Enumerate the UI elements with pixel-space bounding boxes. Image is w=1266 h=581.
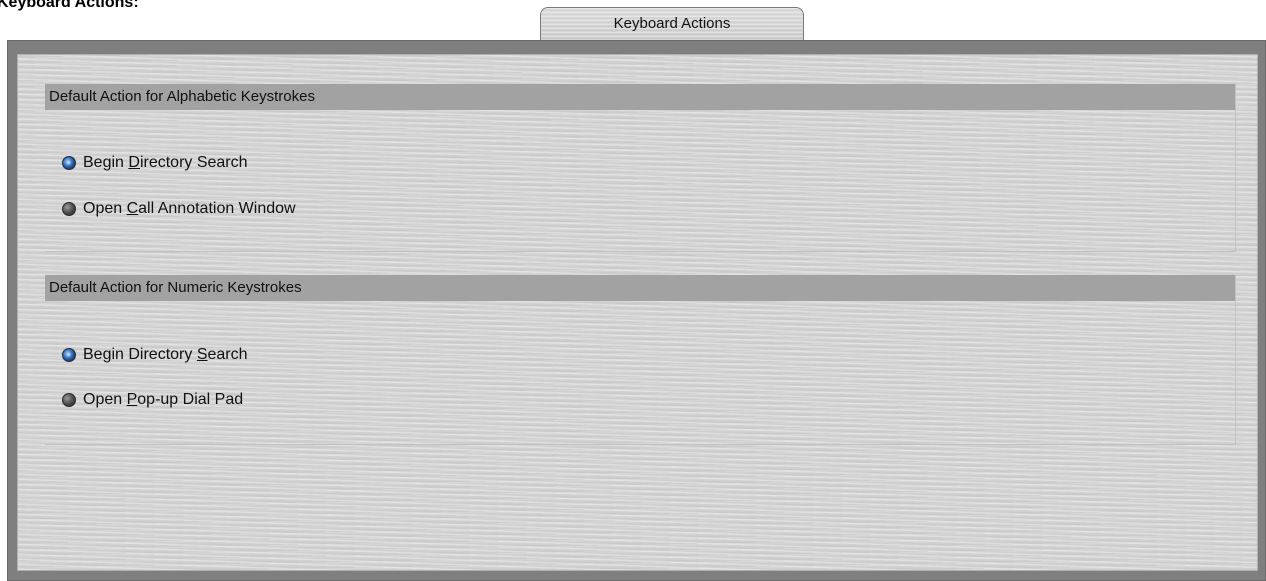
option-label: Open Call Annotation Window <box>83 200 296 217</box>
radio-begin-directory-search-numeric[interactable]: Begin Directory Search <box>62 344 248 366</box>
radio-unselected-icon[interactable] <box>62 202 76 216</box>
alphabetic-group-header: Default Action for Alphabetic Keystrokes <box>45 84 1235 110</box>
option-label: Begin Directory Search <box>83 346 248 363</box>
radio-open-call-annotation-window[interactable]: Open Call Annotation Window <box>62 198 296 220</box>
section-caption: Keyboard Actions: <box>0 0 139 11</box>
radio-selected-icon[interactable] <box>62 348 76 362</box>
tab-panel-content: Default Action for Alphabetic Keystrokes… <box>17 54 1258 571</box>
tab-panel: Default Action for Alphabetic Keystrokes… <box>7 40 1266 581</box>
tab-keyboard-actions[interactable]: Keyboard Actions <box>540 7 804 41</box>
option-label: Open Pop-up Dial Pad <box>83 391 244 408</box>
radio-open-popup-dial-pad[interactable]: Open Pop-up Dial Pad <box>62 389 243 411</box>
tab-label: Keyboard Actions <box>613 15 731 32</box>
keyboard-actions-page: Keyboard Actions: Keyboard Actions Defau… <box>0 0 1266 581</box>
radio-begin-directory-search-alpha[interactable]: Begin Directory Search <box>62 152 248 174</box>
option-label: Begin Directory Search <box>83 154 248 171</box>
radio-unselected-icon[interactable] <box>62 393 76 407</box>
radio-selected-icon[interactable] <box>62 156 76 170</box>
numeric-group-header: Default Action for Numeric Keystrokes <box>45 275 1235 301</box>
